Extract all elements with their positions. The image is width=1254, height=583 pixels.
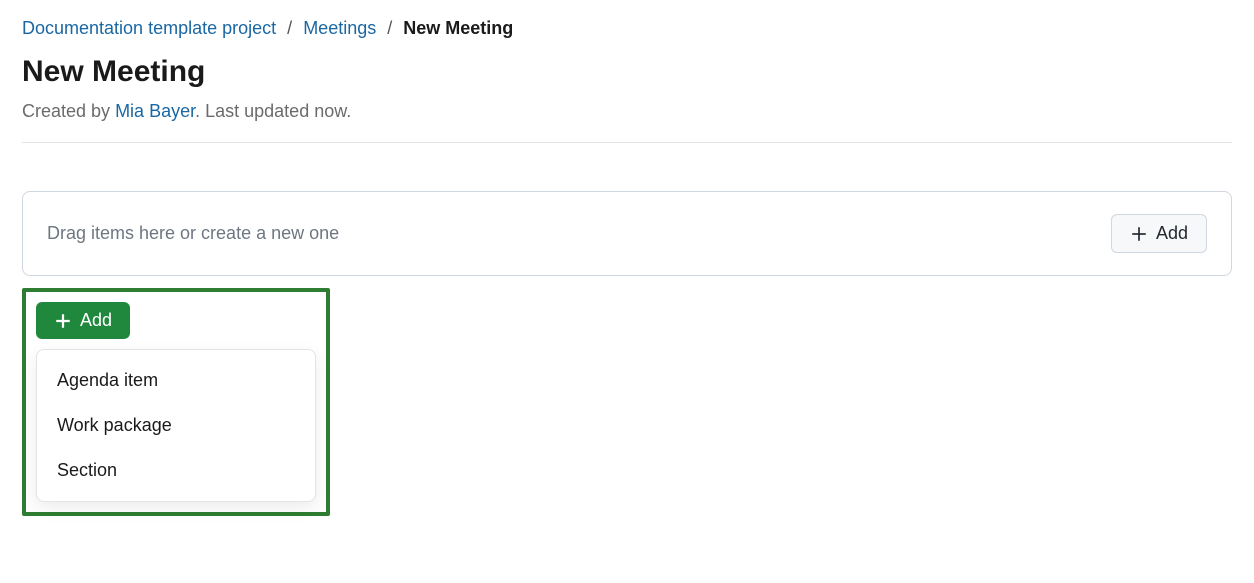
add-button-primary[interactable]: Add xyxy=(36,302,130,339)
add-button-primary-label: Add xyxy=(80,310,112,331)
meta-created-prefix: Created by xyxy=(22,101,115,121)
breadcrumb-separator: / xyxy=(287,18,292,38)
add-button-inline[interactable]: Add xyxy=(1111,214,1207,253)
author-link[interactable]: Mia Bayer xyxy=(115,101,195,121)
page-title: New Meeting xyxy=(22,55,1232,89)
meta-updated-suffix: . Last updated now. xyxy=(195,101,351,121)
dropdown-item-section[interactable]: Section xyxy=(37,448,315,493)
highlight-annotation: Add Agenda item Work package Section xyxy=(22,288,330,516)
breadcrumb-link-meetings[interactable]: Meetings xyxy=(303,18,376,38)
add-button-inline-label: Add xyxy=(1156,223,1188,244)
breadcrumb-current: New Meeting xyxy=(403,18,513,38)
breadcrumb: Documentation template project / Meeting… xyxy=(22,18,1232,39)
add-dropdown: Agenda item Work package Section xyxy=(36,349,316,502)
plus-icon xyxy=(1130,225,1148,243)
dropdown-item-agenda[interactable]: Agenda item xyxy=(37,358,315,403)
breadcrumb-link-project[interactable]: Documentation template project xyxy=(22,18,276,38)
page-meta: Created by Mia Bayer. Last updated now. xyxy=(22,101,1232,143)
dropdown-item-work-package[interactable]: Work package xyxy=(37,403,315,448)
agenda-dropzone[interactable]: Drag items here or create a new one Add xyxy=(22,191,1232,276)
breadcrumb-separator: / xyxy=(387,18,392,38)
plus-icon xyxy=(54,312,72,330)
dropzone-placeholder: Drag items here or create a new one xyxy=(47,223,339,244)
